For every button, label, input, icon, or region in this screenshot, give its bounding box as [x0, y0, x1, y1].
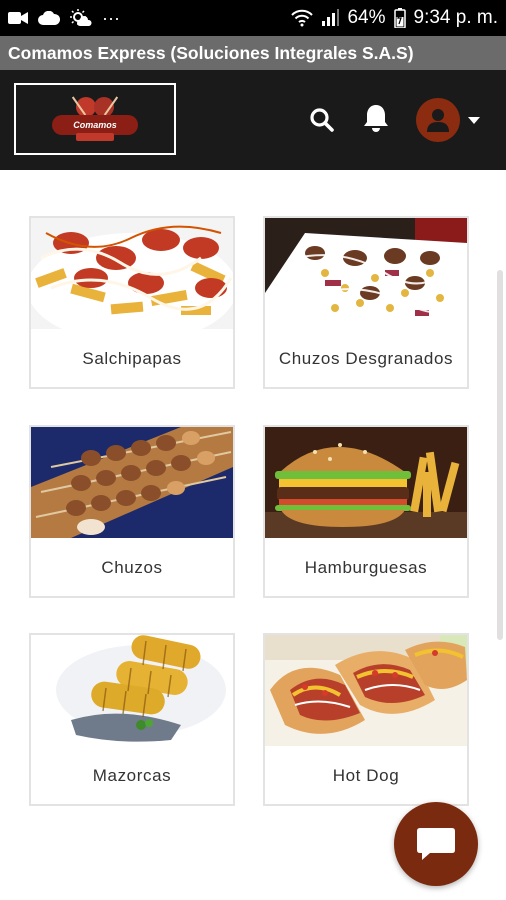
app-title: Comamos Express (Soluciones Integrales S…	[8, 42, 414, 63]
search-icon	[310, 108, 334, 132]
category-label: Chuzos	[101, 558, 163, 577]
notifications-button[interactable]	[360, 101, 392, 135]
category-card-mazorcas[interactable]: Mazorcas	[29, 633, 235, 806]
weather-icon	[70, 9, 92, 27]
bell-icon	[364, 105, 388, 132]
hot-dog-image	[265, 635, 467, 746]
cloud-icon	[38, 11, 60, 25]
chat-button[interactable]	[394, 802, 478, 886]
user-menu-button[interactable]	[416, 98, 480, 142]
category-card-hot-dog[interactable]: Hot Dog	[263, 633, 469, 806]
chuzos-desgranados-image	[265, 218, 467, 329]
category-card-salchipapas[interactable]: Salchipapas	[29, 216, 235, 389]
logo-wordmark: Comamos	[52, 115, 138, 135]
scrollbar[interactable]	[497, 270, 503, 640]
status-bar: ··· 64% 9:34 p. m.	[0, 0, 506, 36]
avatar	[416, 98, 460, 142]
category-label: Salchipapas	[82, 349, 182, 368]
wifi-icon	[291, 9, 314, 27]
notification-icons: ···	[8, 8, 120, 29]
brand-logo[interactable]: Comamos	[14, 83, 176, 155]
chuzos-image	[31, 427, 233, 538]
category-card-chuzos[interactable]: Chuzos	[29, 425, 235, 598]
app-title-bar: Comamos Express (Soluciones Integrales S…	[0, 36, 506, 70]
video-camera-icon	[8, 11, 28, 25]
category-card-chuzos-desgranados[interactable]: Chuzos Desgranados	[263, 216, 469, 389]
battery-icon	[393, 8, 406, 28]
system-icons: 64% 9:34 p. m.	[291, 7, 498, 29]
salchipapas-image	[31, 218, 233, 329]
category-label: Hamburguesas	[304, 558, 428, 577]
category-card-hamburguesas[interactable]: Hamburguesas	[263, 425, 469, 598]
header: Comamos	[0, 70, 506, 170]
mazorcas-image	[31, 635, 233, 746]
category-label: Mazorcas	[92, 766, 172, 785]
logo-badge: Comamos	[48, 93, 142, 145]
category-grid: Salchipapas Chuzos Desgranados Chuzos Ha…	[0, 170, 506, 900]
category-label: Hot Dog	[332, 766, 400, 785]
logo-tag	[76, 133, 114, 141]
caret-down-icon	[468, 116, 480, 124]
hamburguesas-image	[265, 427, 467, 538]
chat-icon	[417, 828, 455, 860]
category-label: Chuzos Desgranados	[278, 349, 454, 368]
more-notifications: ···	[102, 7, 120, 28]
user-icon	[427, 109, 449, 132]
search-button[interactable]	[307, 105, 337, 135]
battery-percent: 64%	[347, 7, 386, 28]
clock: 9:34 p. m.	[413, 7, 499, 28]
signal-icon	[321, 9, 340, 27]
